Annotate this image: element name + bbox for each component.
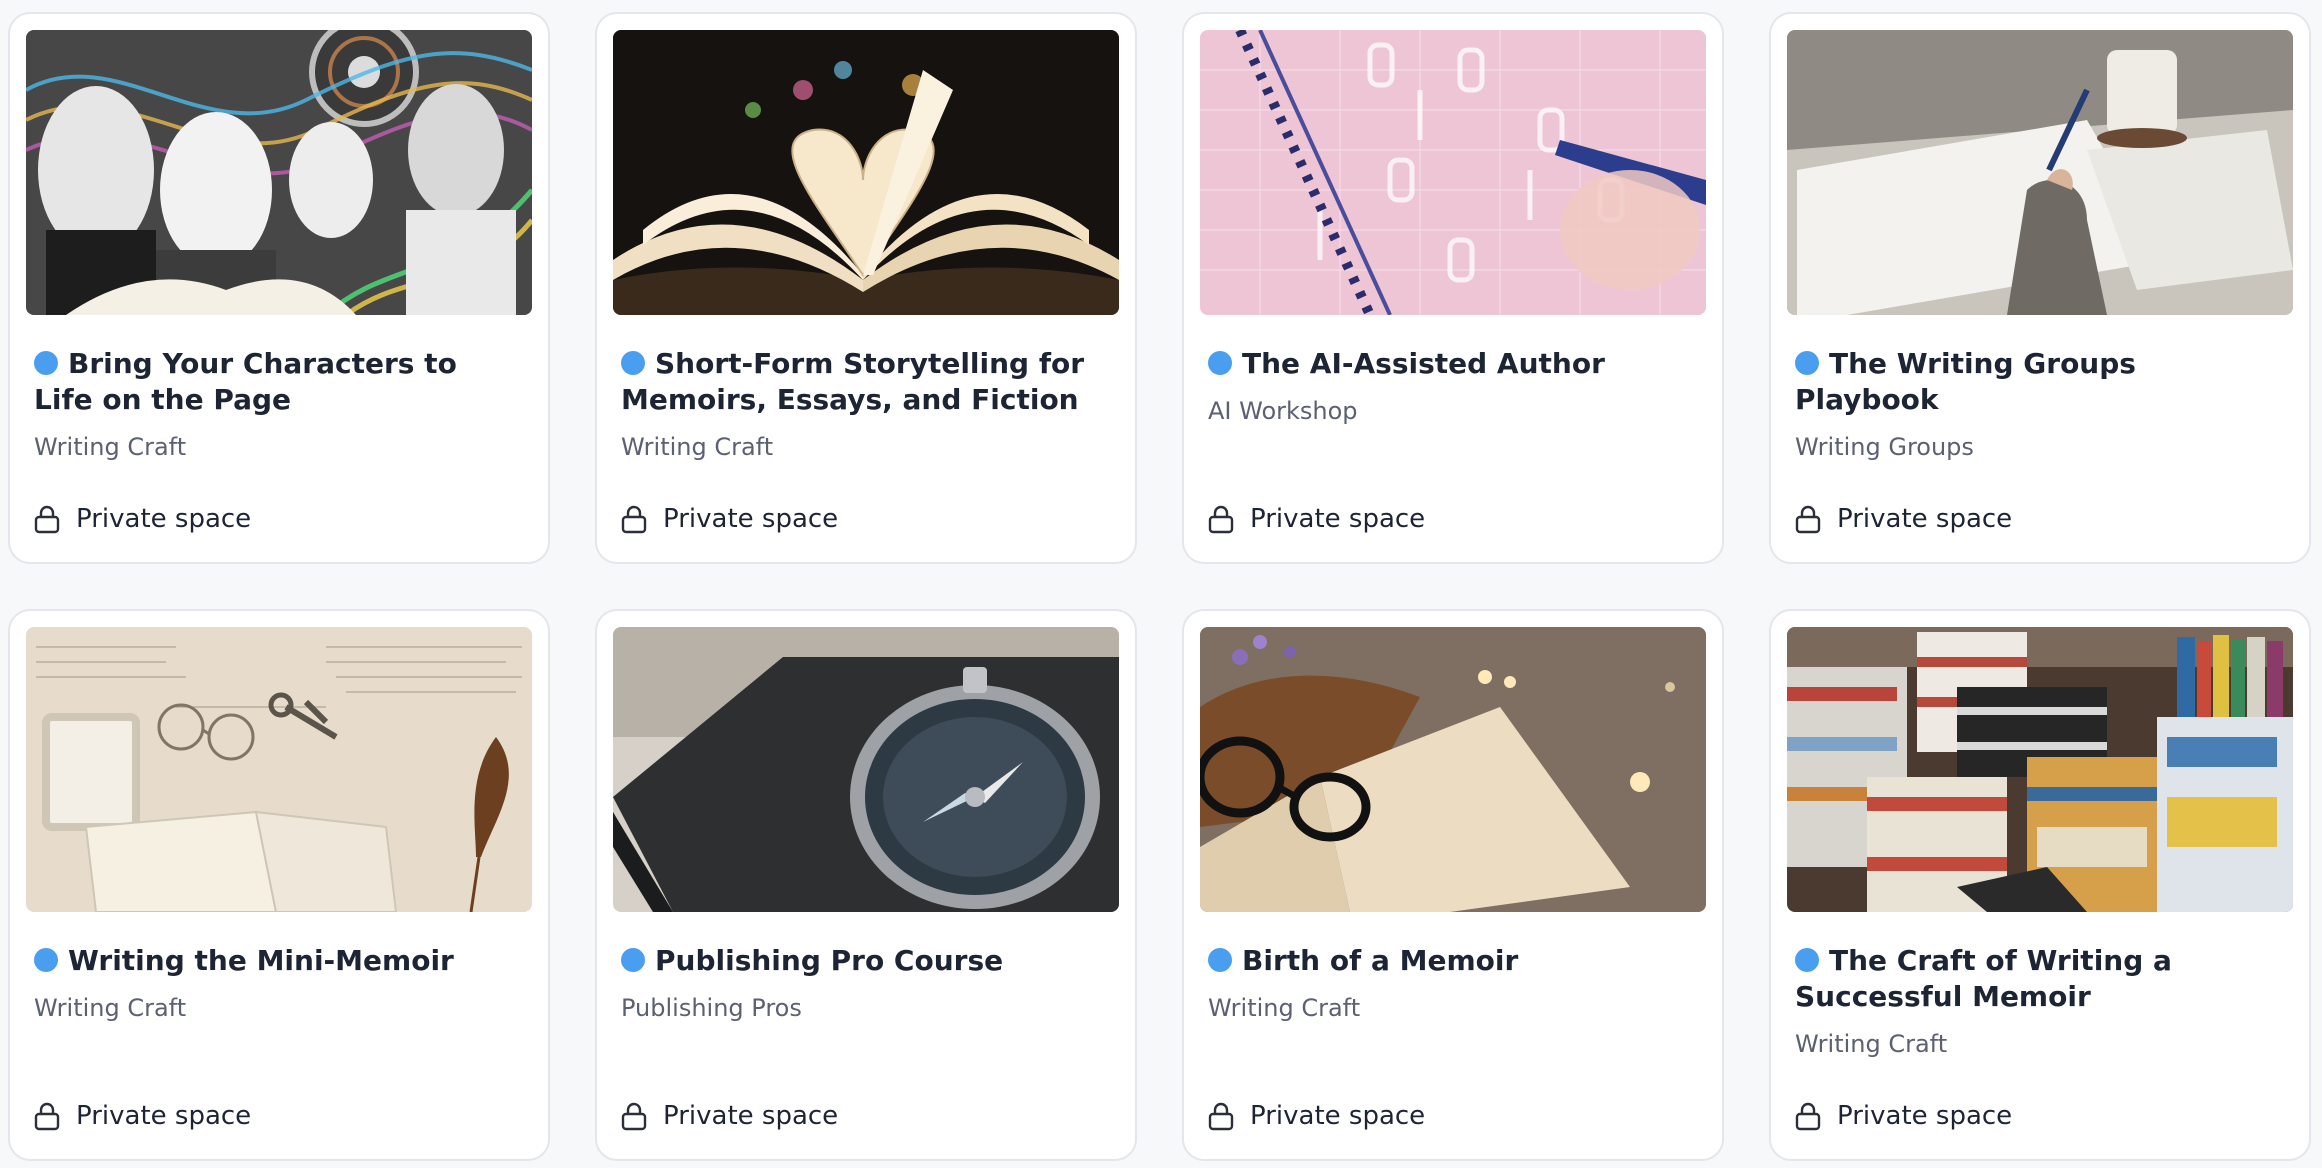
space-card-image[interactable] <box>1200 30 1706 315</box>
space-card[interactable]: The Writing Groups Playbook Writing Grou… <box>1769 12 2311 564</box>
space-card[interactable]: Writing the Mini-Memoir Writing Craft Pr… <box>8 609 550 1161</box>
status-dot <box>621 948 645 972</box>
privacy-status: Private space <box>1795 1101 2012 1131</box>
space-card-image[interactable] <box>1787 627 2293 912</box>
status-dot <box>621 351 645 375</box>
space-card-text: Publishing Pro Course Publishing Pros <box>621 943 1111 1023</box>
lock-icon <box>621 1102 647 1131</box>
space-title[interactable]: Bring Your Characters to Life on the Pag… <box>34 346 524 418</box>
status-dot <box>34 948 58 972</box>
space-card-text: The Craft of Writing a Successful Memoir… <box>1795 943 2285 1059</box>
privacy-status: Private space <box>1795 504 2012 534</box>
space-card-image[interactable] <box>26 627 532 912</box>
space-title[interactable]: The Craft of Writing a Successful Memoir <box>1795 943 2285 1015</box>
space-card-image[interactable] <box>613 627 1119 912</box>
lock-icon <box>34 1102 60 1131</box>
space-card-image[interactable] <box>1787 30 2293 315</box>
privacy-label: Private space <box>1837 1101 2013 1131</box>
space-title[interactable]: The Writing Groups Playbook <box>1795 346 2285 418</box>
privacy-label: Private space <box>1250 504 1426 534</box>
space-category: Writing Craft <box>621 433 774 461</box>
space-title[interactable]: Publishing Pro Course <box>621 943 1111 979</box>
space-card-text: The AI-Assisted Author AI Workshop <box>1208 346 1698 426</box>
space-card[interactable]: Short-Form Storytelling for Memoirs, Ess… <box>595 12 1137 564</box>
status-dot <box>1208 351 1232 375</box>
privacy-label: Private space <box>76 504 252 534</box>
lock-icon <box>1208 505 1234 534</box>
privacy-label: Private space <box>663 504 839 534</box>
space-title[interactable]: The AI-Assisted Author <box>1208 346 1698 382</box>
privacy-label: Private space <box>76 1101 252 1131</box>
status-dot <box>1795 351 1819 375</box>
space-category: Writing Craft <box>34 433 187 461</box>
space-category: Publishing Pros <box>621 994 802 1022</box>
status-dot <box>1795 948 1819 972</box>
space-title[interactable]: Writing the Mini-Memoir <box>34 943 524 979</box>
space-card-image[interactable] <box>26 30 532 315</box>
privacy-label: Private space <box>1250 1101 1426 1131</box>
space-card[interactable]: Birth of a Memoir Writing Craft Private … <box>1182 609 1724 1161</box>
space-card-text: Short-Form Storytelling for Memoirs, Ess… <box>621 346 1111 462</box>
lock-icon <box>1795 505 1821 534</box>
lock-icon <box>621 505 647 534</box>
space-card-image[interactable] <box>1200 627 1706 912</box>
space-category: AI Workshop <box>1208 397 1358 425</box>
privacy-status: Private space <box>34 504 251 534</box>
space-card[interactable]: The Craft of Writing a Successful Memoir… <box>1769 609 2311 1161</box>
privacy-status: Private space <box>1208 1101 1425 1131</box>
lock-icon <box>1208 1102 1234 1131</box>
space-card-text: The Writing Groups Playbook Writing Grou… <box>1795 346 2285 462</box>
lock-icon <box>34 505 60 534</box>
privacy-status: Private space <box>621 1101 838 1131</box>
privacy-label: Private space <box>1837 504 2013 534</box>
spaces-grid: Bring Your Characters to Life on the Pag… <box>8 12 2311 1161</box>
space-category: Writing Craft <box>1795 1030 1948 1058</box>
space-card[interactable]: Publishing Pro Course Publishing Pros Pr… <box>595 609 1137 1161</box>
space-card[interactable]: The AI-Assisted Author AI Workshop Priva… <box>1182 12 1724 564</box>
space-card-text: Writing the Mini-Memoir Writing Craft <box>34 943 524 1023</box>
space-category: Writing Craft <box>1208 994 1361 1022</box>
space-card-text: Birth of a Memoir Writing Craft <box>1208 943 1698 1023</box>
space-card-text: Bring Your Characters to Life on the Pag… <box>34 346 524 462</box>
status-dot <box>1208 948 1232 972</box>
status-dot <box>34 351 58 375</box>
space-category: Writing Craft <box>34 994 187 1022</box>
privacy-status: Private space <box>621 504 838 534</box>
space-card-image[interactable] <box>613 30 1119 315</box>
space-card[interactable]: Bring Your Characters to Life on the Pag… <box>8 12 550 564</box>
privacy-label: Private space <box>663 1101 839 1131</box>
space-title[interactable]: Birth of a Memoir <box>1208 943 1698 979</box>
space-category: Writing Groups <box>1795 433 1974 461</box>
space-title[interactable]: Short-Form Storytelling for Memoirs, Ess… <box>621 346 1111 418</box>
privacy-status: Private space <box>34 1101 251 1131</box>
lock-icon <box>1795 1102 1821 1131</box>
privacy-status: Private space <box>1208 504 1425 534</box>
